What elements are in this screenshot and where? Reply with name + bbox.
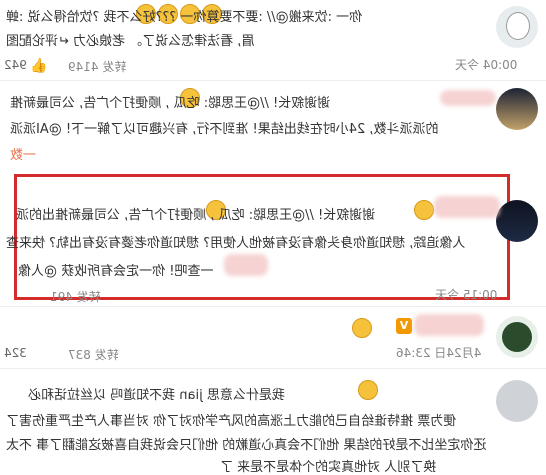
repost-count[interactable]: 转发 837 bbox=[68, 346, 119, 363]
blurred-name bbox=[414, 314, 484, 336]
emoji-icon bbox=[352, 318, 372, 338]
comment-text: 谢谢叙长! //@王思聪: 吃瓜 , 顺便打个广告, 公司最新推 bbox=[10, 96, 331, 111]
blurred-name bbox=[440, 90, 496, 106]
avatar[interactable] bbox=[496, 88, 538, 130]
avatar[interactable] bbox=[496, 200, 538, 242]
divider bbox=[0, 306, 546, 307]
repost-count[interactable]: 转发 491 bbox=[50, 288, 101, 305]
divider bbox=[0, 368, 546, 369]
blurred-name bbox=[434, 196, 500, 218]
blurred-name bbox=[224, 254, 268, 276]
verified-badge: V bbox=[396, 318, 412, 334]
comment-text: 眉, 看法律怎么说了。 老娘必力 ↵评论配图 bbox=[6, 34, 255, 49]
comment-text: 一查吧! 你一定会有所收获 @人像 bbox=[18, 264, 214, 279]
comment-text: 你一 :饮来搬@// :要不要算你一 ???好么不我 ?饮恰得么说 :蝉 bbox=[6, 10, 363, 25]
avatar[interactable] bbox=[496, 6, 538, 48]
like-count[interactable]: 324 bbox=[4, 346, 27, 360]
comment-text: 还你定坐比不是好的结果 他们不会真心道歉的 他们只会说我自喜被这能翻了事 不太 bbox=[6, 438, 487, 453]
comment-text: 我是什么意思 jian 我不知道吗 以丝拉话和必 bbox=[28, 388, 285, 403]
comment-text: 便为票 推特谁给自己的能力上涨高的风产学你对了你 对当事人产生严重伤害了 bbox=[6, 414, 457, 429]
avatar[interactable] bbox=[496, 380, 538, 422]
repost-count[interactable]: 转发 4149 bbox=[68, 58, 126, 75]
thumb-icon[interactable]: 👍 bbox=[30, 58, 47, 74]
emoji-icon bbox=[358, 380, 378, 400]
avatar[interactable] bbox=[496, 316, 538, 358]
divider bbox=[0, 80, 546, 81]
comment-text: 的派派斗数, 24小时在线出结果! 准到不行, 有兴趣可以了解一下! @AI派派 bbox=[10, 122, 439, 137]
emoji-icon bbox=[414, 200, 434, 220]
comment-time: 00:15 今天 bbox=[435, 288, 498, 302]
comment-text: 谢谢叙长! //@王思聪: 吃瓜 , 顺便打个广告, 公司最新推出的派 bbox=[16, 208, 376, 223]
like-count[interactable]: 942 bbox=[4, 58, 27, 72]
comment-text: 一数 bbox=[10, 148, 37, 163]
comment-time: 00:04 今天 bbox=[455, 58, 518, 72]
comment-time: 4月24日 23:46 bbox=[396, 346, 482, 360]
comment-text: 换了别人 对他真实的个体是不是来 了 bbox=[220, 460, 437, 475]
comment-text: 人像追踪, 想知道你身头像有没有被他人使用? 想知道你老婆有没有出轨? 快来查 bbox=[6, 236, 466, 251]
